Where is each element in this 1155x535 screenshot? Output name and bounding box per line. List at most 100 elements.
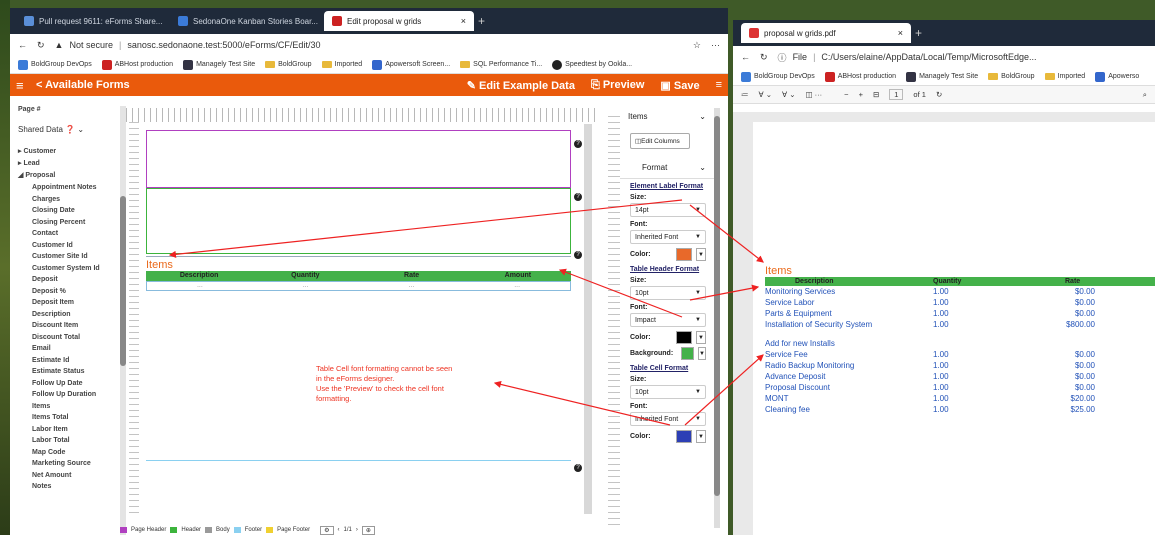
page-number-field[interactable]: Page # xyxy=(10,104,120,116)
field-item[interactable]: Items xyxy=(10,401,120,413)
field-item[interactable]: Items Total xyxy=(10,412,120,424)
bookmark[interactable]: BoldGroup xyxy=(988,73,1035,80)
font-select-label[interactable]: Inherited Font ▼ xyxy=(630,230,706,244)
font-select-header[interactable]: Impact ▼ xyxy=(630,313,706,327)
color-swatch-cell[interactable] xyxy=(676,429,692,443)
header-band[interactable] xyxy=(146,188,571,254)
font-select-cell[interactable]: Inherited Font ▼ xyxy=(630,412,706,426)
edit-columns-button[interactable]: ◫Edit Columns xyxy=(630,133,690,149)
color-swatch-header[interactable] xyxy=(676,330,692,344)
help-icon[interactable]: ? xyxy=(574,464,582,472)
field-item[interactable]: Email xyxy=(10,343,120,355)
shared-data-header[interactable]: Shared Data ❓ ⌄ xyxy=(10,122,120,138)
field-item[interactable]: Customer System Id xyxy=(10,263,120,275)
bookmark-imported[interactable]: Imported xyxy=(321,61,362,68)
field-item[interactable]: Follow Up Date xyxy=(10,378,120,390)
group-lead[interactable]: ▸ Lead xyxy=(10,158,120,170)
size-select-label[interactable]: 14pt ▼ xyxy=(630,203,706,217)
rotate-icon[interactable]: ↻ xyxy=(936,90,942,99)
close-icon[interactable]: × xyxy=(461,16,466,26)
field-item[interactable]: Deposit xyxy=(10,274,120,286)
bookmark-sql[interactable]: SQL Performance Ti... xyxy=(460,61,542,68)
bookmark[interactable]: Imported xyxy=(1044,73,1085,80)
menu-icon[interactable]: ≡ xyxy=(16,78,36,93)
zoom-out-icon[interactable]: − xyxy=(844,90,848,99)
refresh-icon[interactable]: ↻ xyxy=(37,40,45,51)
canvas-scrollbar[interactable] xyxy=(584,124,592,514)
group-customer[interactable]: ▸ Customer xyxy=(10,146,120,158)
page-input[interactable]: 1 xyxy=(889,89,904,100)
field-item[interactable]: Notes xyxy=(10,481,120,493)
settings-icon[interactable]: ⚙ xyxy=(320,525,334,535)
bookmark-managely[interactable]: Managely Test Site xyxy=(183,59,255,70)
color-dropdown[interactable]: ▼ xyxy=(696,429,706,443)
group-proposal[interactable]: ◢ Proposal xyxy=(10,170,120,182)
back-icon[interactable]: ← xyxy=(18,40,27,50)
items-grid-row[interactable]: ... ... ... ... xyxy=(146,281,571,291)
back-icon[interactable]: ← xyxy=(741,52,750,62)
pdf-url-field[interactable]: ⓘ File | C:/Users/elaine/AppData/Local/Temp… xyxy=(778,51,1147,64)
preview-button[interactable]: ⎘ Preview xyxy=(591,79,644,92)
add-page-icon[interactable]: ⊕ xyxy=(361,525,375,535)
tab-pull-request[interactable]: Pull request 9611: eForms Share...× xyxy=(16,11,166,31)
bookmark[interactable]: ABHost production xyxy=(824,71,896,82)
new-tab-button[interactable]: + xyxy=(478,14,485,28)
field-item[interactable]: Map Code xyxy=(10,447,120,459)
new-tab-button[interactable]: + xyxy=(915,26,922,40)
contents-icon[interactable]: ≔ xyxy=(741,90,749,99)
items-section-header[interactable]: Items ⌄ xyxy=(620,108,714,125)
tab-pdf[interactable]: proposal w grids.pdf × xyxy=(741,23,911,43)
favorite-icon[interactable]: ☆ xyxy=(693,40,701,51)
field-item[interactable]: Deposit Item xyxy=(10,297,120,309)
background-swatch-header[interactable] xyxy=(681,346,694,360)
color-dropdown[interactable]: ▼ xyxy=(696,247,706,261)
color-dropdown[interactable]: ▼ xyxy=(696,330,706,344)
bookmark[interactable]: Managely Test Site xyxy=(906,71,978,82)
field-item[interactable]: Description xyxy=(10,309,120,321)
field-item[interactable]: Deposit % xyxy=(10,286,120,298)
field-item[interactable]: Follow Up Duration xyxy=(10,389,120,401)
page-header-area[interactable] xyxy=(146,130,571,188)
bookmark-boldgroup-devops[interactable]: BoldGroup DevOps xyxy=(18,59,92,70)
bookmark[interactable]: BoldGroup DevOps xyxy=(741,71,815,82)
field-item[interactable]: Contact xyxy=(10,228,120,240)
field-item[interactable]: Closing Date xyxy=(10,205,120,217)
help-icon[interactable]: ? xyxy=(574,140,582,148)
bookmark-speedtest[interactable]: Speedtest by Ookla... xyxy=(552,59,632,70)
field-item[interactable]: Labor Total xyxy=(10,435,120,447)
help-icon[interactable]: ? xyxy=(574,251,582,259)
field-item[interactable]: Customer Id xyxy=(10,240,120,252)
zoom-in-icon[interactable]: + xyxy=(859,90,863,99)
field-item[interactable]: Closing Percent xyxy=(10,217,120,229)
bookmark-apowersoft[interactable]: Apowersoft Screen... xyxy=(372,59,450,70)
items-element-label[interactable]: Items xyxy=(146,259,173,271)
field-item[interactable]: Marketing Source xyxy=(10,458,120,470)
color-swatch-label[interactable] xyxy=(676,247,692,261)
field-item[interactable]: Estimate Id xyxy=(10,355,120,367)
prev-page-icon[interactable]: ‹ xyxy=(338,527,340,533)
size-select-header[interactable]: 10pt ▼ xyxy=(630,286,706,300)
footer-band[interactable] xyxy=(146,460,571,461)
bookmark[interactable]: Apowerso xyxy=(1095,71,1139,82)
save-button[interactable]: ▣ Save xyxy=(660,79,699,92)
field-item[interactable]: Estimate Status xyxy=(10,366,120,378)
field-item[interactable]: Discount Total xyxy=(10,332,120,344)
field-item[interactable]: Net Amount xyxy=(10,470,120,482)
draw-icon[interactable]: ∀ ⌄ xyxy=(759,90,773,99)
text-icon[interactable]: ◫ ··· xyxy=(806,90,823,99)
bookmark-boldgroup[interactable]: BoldGroup xyxy=(265,61,312,68)
field-item[interactable]: Labor Item xyxy=(10,424,120,436)
tab-edit-proposal[interactable]: Edit proposal w grids × xyxy=(324,11,474,31)
close-icon[interactable]: × xyxy=(898,28,903,38)
url-field[interactable]: ▲ Not secure | sanosc.sedonaone.test:500… xyxy=(55,40,683,50)
refresh-icon[interactable]: ↻ xyxy=(760,52,768,63)
more-icon[interactable]: ··· xyxy=(711,40,720,50)
search-icon[interactable]: ⌕ xyxy=(1143,90,1147,100)
bookmark-abhost[interactable]: ABHost production xyxy=(101,59,173,70)
help-icon[interactable]: ? xyxy=(574,193,582,201)
menu-right-icon[interactable]: ≡ xyxy=(716,79,722,91)
tab-kanban[interactable]: SedonaOne Kanban Stories Boar...× xyxy=(170,11,320,31)
edit-example-button[interactable]: ✎ Edit Example Data xyxy=(467,79,575,92)
properties-scrollbar[interactable] xyxy=(714,108,720,528)
field-item[interactable]: Discount Item xyxy=(10,320,120,332)
